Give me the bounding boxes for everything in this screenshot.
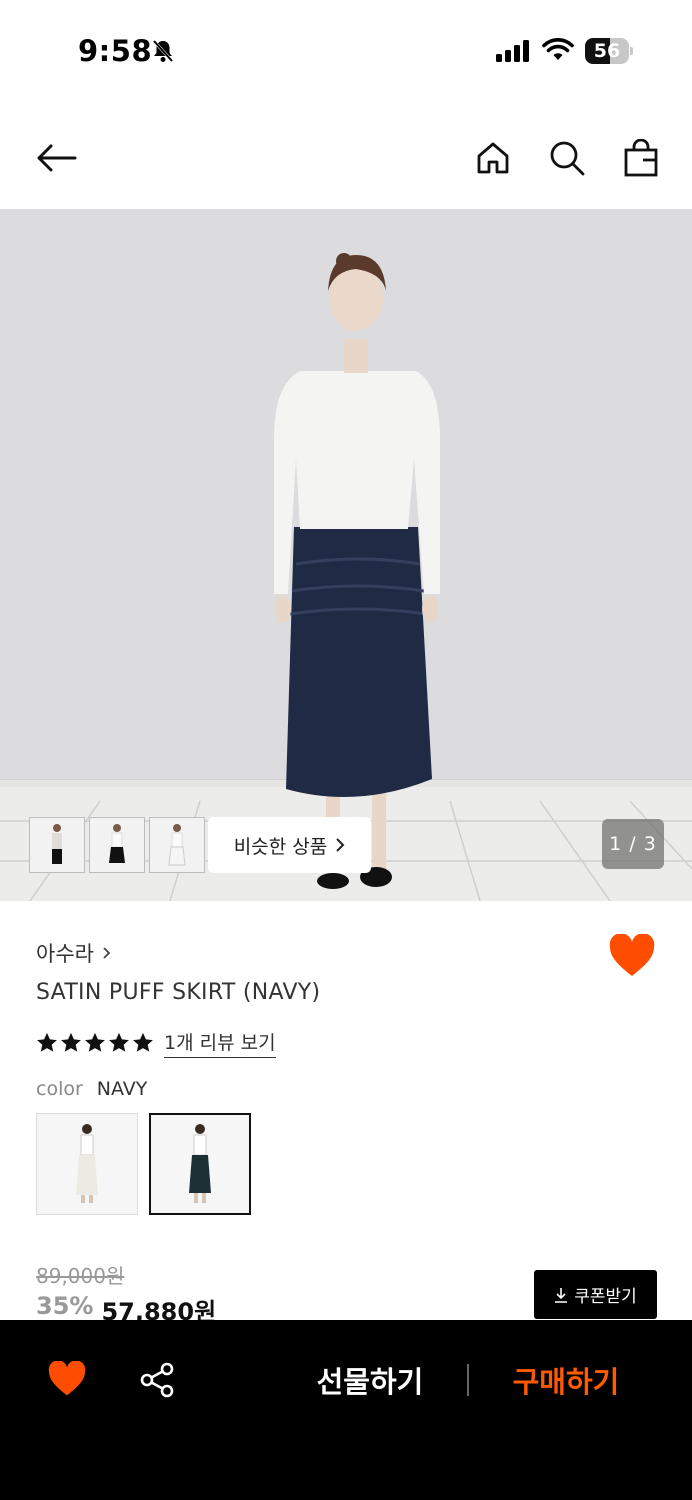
star-icon	[109, 1032, 129, 1052]
rating-stars	[36, 1032, 154, 1054]
status-time: 9:58	[78, 34, 153, 68]
chevron-right-icon	[103, 947, 111, 959]
similar-products-button[interactable]: 비슷한 상품	[208, 817, 371, 873]
battery-indicator: 56	[585, 38, 633, 64]
cart-button[interactable]	[619, 136, 663, 180]
battery-percent: 56	[593, 40, 621, 62]
color-value: NAVY	[96, 1078, 148, 1100]
review-link[interactable]: 1개 리뷰 보기	[164, 1028, 276, 1058]
search-button[interactable]	[545, 136, 589, 180]
buy-button[interactable]: 구매하기	[496, 1360, 636, 1404]
status-bar: 9:58 56	[0, 0, 692, 100]
color-swatch-ivory[interactable]	[36, 1113, 138, 1215]
original-price: 89,000원	[36, 1264, 125, 1288]
coupon-button[interactable]: 쿠폰받기	[534, 1270, 657, 1319]
color-swatch-navy[interactable]	[149, 1113, 251, 1215]
rating-row: 1개 리뷰 보기	[36, 1028, 276, 1058]
cellular-signal-icon	[496, 40, 532, 66]
thumbnail-2[interactable]	[89, 817, 145, 873]
model-photo	[0, 253, 692, 901]
back-arrow-icon	[37, 144, 77, 172]
brand-name: 아수라	[36, 942, 94, 966]
star-icon	[61, 1032, 81, 1052]
star-icon	[37, 1032, 57, 1052]
thumbnail-3[interactable]	[149, 817, 205, 873]
heart-icon	[609, 933, 655, 976]
gift-button[interactable]: 선물하기	[300, 1360, 440, 1404]
shopping-bag-icon	[624, 139, 658, 177]
image-counter: 1 / 3	[602, 819, 664, 869]
heart-icon	[48, 1360, 86, 1396]
similar-products-label: 비슷한 상품	[233, 835, 328, 858]
bell-muted-icon	[150, 38, 176, 68]
share-icon	[140, 1362, 174, 1398]
back-button[interactable]	[34, 136, 78, 180]
coupon-label: 쿠폰받기	[574, 1287, 637, 1307]
home-icon	[477, 142, 509, 174]
product-image-gallery[interactable]: 비슷한 상품 1 / 3	[0, 209, 692, 901]
color-label: color	[36, 1078, 83, 1100]
app-header	[0, 118, 692, 196]
star-icon	[85, 1032, 105, 1052]
star-icon	[133, 1032, 153, 1052]
thumbnail-1[interactable]	[29, 817, 85, 873]
product-title: SATIN PUFF SKIRT (NAVY)	[36, 980, 321, 1005]
color-row: color NAVY	[36, 1078, 147, 1100]
color-swatches	[36, 1113, 251, 1215]
search-icon	[550, 141, 585, 176]
bottom-wishlist-button[interactable]	[47, 1360, 87, 1401]
home-button[interactable]	[471, 136, 515, 180]
bottom-action-bar: 선물하기 구매하기	[0, 1320, 692, 1500]
chevron-right-icon	[336, 838, 345, 852]
divider	[467, 1364, 469, 1396]
brand-link[interactable]: 아수라	[36, 938, 111, 968]
share-button[interactable]	[138, 1361, 176, 1403]
download-icon	[555, 1287, 568, 1303]
thumbnail-strip	[29, 817, 205, 873]
wifi-icon	[542, 38, 574, 66]
wishlist-button[interactable]	[608, 933, 656, 982]
